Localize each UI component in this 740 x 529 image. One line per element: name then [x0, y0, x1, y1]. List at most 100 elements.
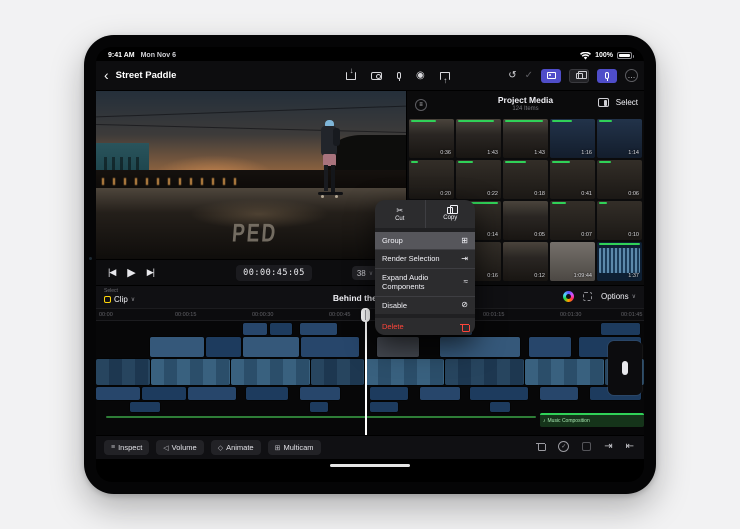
ruler-label: 00:00:30: [252, 312, 273, 318]
insert-edit-button[interactable]: ⇥: [604, 441, 612, 452]
clips-browser-button[interactable]: [569, 69, 589, 83]
playhead[interactable]: [365, 308, 367, 435]
timeline-clip[interactable]: [188, 387, 236, 400]
music-note-icon: ♪: [543, 418, 546, 424]
timeline-clip[interactable]: [470, 387, 528, 400]
animate-button[interactable]: ◇ Animate: [211, 440, 261, 455]
media-clip[interactable]: 0:41: [550, 160, 595, 199]
timeline-clip[interactable]: [420, 387, 460, 400]
music-clip[interactable]: ♪ Music Composition: [540, 413, 644, 427]
audio-clip-waveform[interactable]: 1:37: [597, 242, 642, 281]
more-button[interactable]: …: [625, 69, 638, 82]
record-icon[interactable]: ◉: [416, 71, 425, 81]
multicam-button[interactable]: ⊞ Multicam: [268, 440, 321, 455]
tasks-icon[interactable]: ✓: [525, 71, 533, 81]
media-clip[interactable]: 1:14: [597, 119, 642, 158]
timeline-clip[interactable]: [151, 359, 230, 385]
home-indicator[interactable]: [330, 464, 410, 467]
menu-item-expand-audio[interactable]: Expand Audio Components ≈: [375, 268, 475, 296]
undo-icon[interactable]: ↺: [508, 71, 516, 81]
timeline-clip[interactable]: [540, 387, 578, 400]
menu-item-delete[interactable]: Delete: [375, 318, 475, 335]
timeline-clip[interactable]: [96, 359, 150, 385]
timeline-tracks[interactable]: ♪ Music Composition: [96, 321, 644, 435]
done-check-button[interactable]: ✓: [558, 441, 569, 452]
timeline-clip[interactable]: [490, 402, 510, 412]
inspect-button[interactable]: ≡ Inspect: [104, 440, 149, 455]
project-name[interactable]: Street Paddle: [116, 70, 177, 81]
timeline-clip[interactable]: [270, 323, 292, 335]
media-clip[interactable]: 0:20: [409, 160, 454, 199]
wifi-icon: [580, 52, 591, 60]
options-button[interactable]: Options∨: [601, 292, 636, 301]
overwrite-edit-button[interactable]: ⇤: [626, 441, 634, 452]
cut-button[interactable]: ✂ Cut: [375, 200, 425, 228]
media-browser-button[interactable]: [541, 69, 561, 83]
timeline-clip[interactable]: [365, 359, 444, 385]
timeline-clip[interactable]: [440, 337, 520, 357]
media-clip[interactable]: 1:16: [550, 119, 595, 158]
timeline-clip[interactable]: [370, 402, 398, 412]
timeline-clip[interactable]: [130, 402, 160, 412]
play-button[interactable]: ▶: [127, 266, 134, 279]
timecode-display[interactable]: 00:00:45:05: [236, 265, 312, 281]
timeline-clip[interactable]: [243, 337, 299, 357]
snapping-icon[interactable]: [583, 292, 592, 301]
enhance-icon[interactable]: [563, 291, 574, 302]
menu-item-disable[interactable]: Disable ⊘: [375, 296, 475, 314]
select-button[interactable]: Select: [616, 98, 638, 107]
media-clip[interactable]: 0:36: [409, 119, 454, 158]
timeline-clip[interactable]: [300, 387, 340, 400]
timeline-clip[interactable]: [601, 323, 640, 335]
media-clip[interactable]: 0:07: [550, 201, 595, 240]
timeline-clip[interactable]: [243, 323, 267, 335]
timeline-clip[interactable]: [231, 359, 310, 385]
menu-item-render-selection[interactable]: Render Selection ⇥: [375, 249, 475, 267]
music-track-line[interactable]: [106, 416, 536, 418]
final-cut-pro-screen: 9:41 AM Mon Nov 6 100% ‹ Street Paddle ↓…: [96, 47, 644, 482]
media-clip[interactable]: 0:18: [503, 160, 548, 199]
voiceover-button[interactable]: [597, 69, 617, 83]
media-clip[interactable]: 1:43: [456, 119, 501, 158]
timeline-clip[interactable]: [310, 402, 328, 412]
copy-button[interactable]: Copy: [425, 200, 476, 228]
share-icon[interactable]: ↑: [440, 72, 450, 80]
step-back-button[interactable]: |◀: [108, 267, 115, 278]
mic-icon[interactable]: [397, 72, 401, 79]
camera-icon[interactable]: [371, 72, 382, 80]
delete-button[interactable]: [537, 442, 545, 451]
timeline-clip[interactable]: [377, 337, 419, 357]
jog-wheel[interactable]: [608, 341, 642, 395]
video-preview[interactable]: PED: [96, 91, 406, 259]
media-clip[interactable]: 0:05: [503, 201, 548, 240]
media-clip[interactable]: 0:06: [597, 160, 642, 199]
timeline-clip[interactable]: [525, 359, 604, 385]
timeline-clip[interactable]: [311, 359, 364, 385]
timeline-ruler[interactable]: 00:00 00:00:15 00:00:30 00:00:45 00:01:0…: [96, 308, 644, 321]
media-clip[interactable]: 0:22: [456, 160, 501, 199]
menu-item-group[interactable]: Group ⊞: [375, 232, 475, 249]
back-chevron-icon[interactable]: ‹: [104, 68, 109, 84]
volume-button[interactable]: ◁ Volume: [156, 440, 203, 455]
media-clip[interactable]: 1:09:44: [550, 242, 595, 281]
import-media-icon[interactable]: ↓: [346, 72, 356, 80]
media-clip[interactable]: 0:10: [597, 201, 642, 240]
timeline-header: Select Clip ∨ Behind the Paddle Options∨: [96, 285, 644, 308]
group-icon: ⊞: [461, 237, 468, 245]
media-clip[interactable]: 0:12: [503, 242, 548, 281]
timeline-clip[interactable]: [370, 387, 408, 400]
transport-controls: |◀ ▶ ▶| 00:00:45:05 38∨: [96, 259, 406, 285]
timeline-clip[interactable]: [529, 337, 571, 357]
timeline-clip[interactable]: [246, 387, 288, 400]
timeline-clip[interactable]: [445, 359, 524, 385]
timeline-clip[interactable]: [96, 387, 140, 400]
timeline-clip[interactable]: [142, 387, 186, 400]
media-clip[interactable]: 1:43: [503, 119, 548, 158]
sidebar-toggle-icon[interactable]: [598, 98, 609, 107]
select-rect-button[interactable]: [582, 442, 591, 451]
timeline-clip[interactable]: [206, 337, 241, 357]
timeline-clip[interactable]: [300, 323, 337, 335]
timeline-clip[interactable]: [150, 337, 204, 357]
timeline-clip[interactable]: [301, 337, 359, 357]
step-forward-button[interactable]: ▶|: [147, 267, 154, 278]
